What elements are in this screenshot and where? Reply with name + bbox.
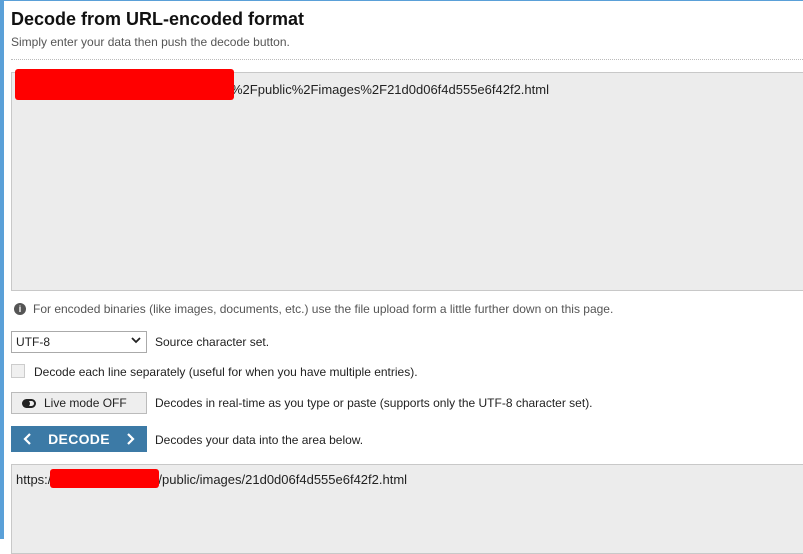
encoded-input-textarea[interactable]: %2Fpublic%2Fimages%2F21d0d06f4d555e6f42f… [11,69,803,291]
info-text: For encoded binaries (like images, docum… [33,302,614,316]
live-mode-description: Decodes in real-time as you type or past… [155,396,593,410]
left-frame-border [0,0,4,539]
charset-label: Source character set. [155,335,270,349]
info-note: i For encoded binaries (like images, doc… [14,302,613,316]
encoded-input-value: %2Fpublic%2Fimages%2F21d0d06f4d555e6f42f… [15,69,549,101]
live-mode-button[interactable]: Live mode OFF [11,392,147,414]
encoded-input-text: %2Fpublic%2Fimages%2F21d0d06f4d555e6f42f… [231,81,549,97]
redaction-box [15,69,234,100]
chevron-right-icon [127,433,135,445]
decoded-output-textarea[interactable]: https:/ /public/images/21d0d06f4d555e6f42… [11,464,803,554]
page-subtitle: Simply enter your data then push the dec… [11,35,290,49]
decoded-output-text: /public/images/21d0d06f4d555e6f42f2.html [158,471,408,487]
decode-button[interactable]: DECODE [11,426,147,452]
charset-select[interactable]: UTF-8 [11,331,147,353]
redaction-box [50,469,160,488]
chevron-down-icon [131,337,141,344]
decoded-output-prefix: https:/ [16,471,52,487]
charset-selected-value: UTF-8 [16,335,50,349]
decoded-output-value: https:/ /public/images/21d0d06f4d555e6f42… [16,469,408,490]
decode-button-label: DECODE [48,431,110,447]
divider [11,59,803,60]
decode-each-line-checkbox[interactable] [11,364,25,378]
decode-description: Decodes your data into the area below. [155,433,364,447]
live-mode-button-label: Live mode OFF [44,396,127,410]
toggle-off-icon [22,398,36,408]
decode-each-line-label[interactable]: Decode each line separately (useful for … [34,365,418,379]
info-icon: i [14,303,26,315]
page-title: Decode from URL-encoded format [11,9,305,29]
top-frame-border [4,0,803,1]
chevron-left-icon [23,433,31,445]
